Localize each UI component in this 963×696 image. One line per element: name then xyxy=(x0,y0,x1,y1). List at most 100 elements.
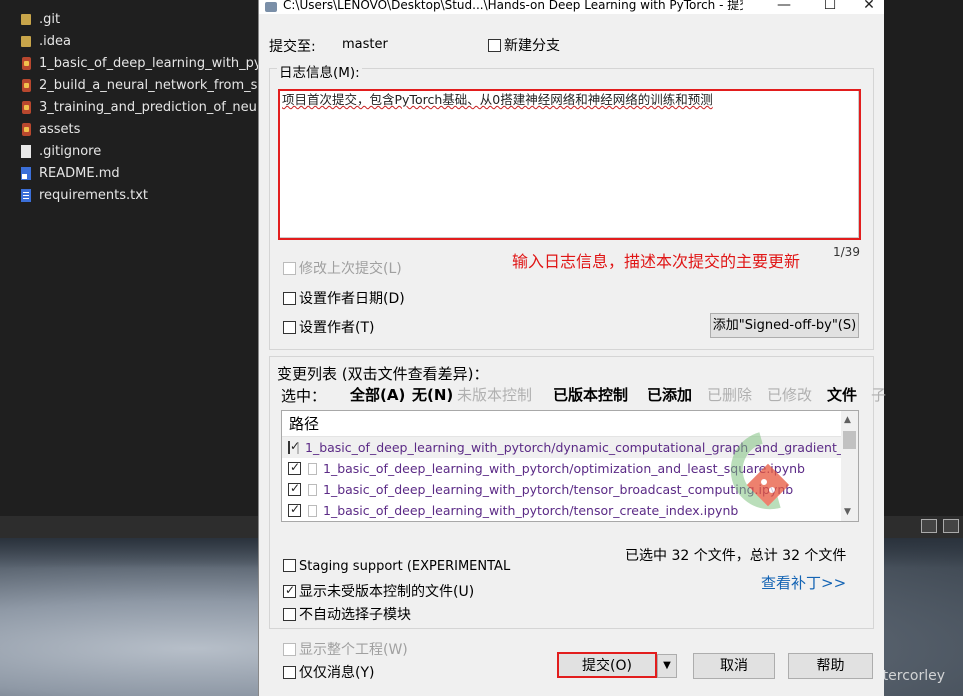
filter-submodules[interactable]: 子 xyxy=(871,384,886,405)
file-explorer: .git .idea 1_basic_of_deep_learning_with… xyxy=(0,0,258,516)
dialog-title: C:\Users\LENOVO\Desktop\Stud...\Hands-on… xyxy=(283,0,743,12)
git-folder-icon xyxy=(22,122,31,136)
explorer-item-label: .idea xyxy=(39,33,71,49)
explorer-item-label: requirements.txt xyxy=(39,187,149,203)
file-icon xyxy=(308,483,317,496)
commit-dialog: C:\Users\LENOVO\Desktop\Stud...\Hands-on… xyxy=(258,0,886,696)
select-label: 选中： xyxy=(281,387,327,405)
checkbox-icon xyxy=(283,559,296,572)
checkbox-icon xyxy=(283,321,296,334)
explorer-item-label: README.md xyxy=(39,165,120,181)
git-folder-icon xyxy=(22,100,31,114)
file-checkbox[interactable] xyxy=(288,481,301,496)
file-icon xyxy=(21,144,31,158)
set-author-checkbox[interactable]: 设置作者(T) xyxy=(283,317,374,337)
annotation-text: 输入日志信息，描述本次提交的主要更新 xyxy=(512,252,801,271)
show-unversioned-label: 显示未受版本控制的文件(U) xyxy=(299,584,475,600)
checkbox-icon xyxy=(283,262,296,275)
scroll-down-icon[interactable]: ▼ xyxy=(844,507,851,517)
checkbox-icon xyxy=(283,643,296,656)
help-button[interactable]: 帮助 xyxy=(788,653,873,679)
text-file-icon xyxy=(21,188,31,202)
explorer-item-label: .gitignore xyxy=(39,143,102,159)
preview-icon[interactable] xyxy=(943,519,959,533)
view-patch-link[interactable]: 查看补丁>> xyxy=(761,572,846,593)
maximize-button[interactable]: ☐ xyxy=(807,0,853,13)
branch-name: master xyxy=(342,37,388,52)
filter-none[interactable]: 无(N) xyxy=(412,384,453,405)
commit-message-text: 项目首次提交，包含PyTorch基础、从0搭建神经网络和神经网络的训练和预测 xyxy=(282,92,713,107)
explorer-item[interactable]: .idea xyxy=(0,30,258,52)
checkbox-icon xyxy=(283,583,296,598)
staging-label: Staging support (EXPERIMENTAL xyxy=(299,559,511,574)
dialog-titlebar[interactable]: C:\Users\LENOVO\Desktop\Stud...\Hands-on… xyxy=(259,0,884,14)
file-checkbox[interactable] xyxy=(288,439,300,454)
staging-support-checkbox[interactable]: Staging support (EXPERIMENTAL xyxy=(283,559,510,574)
filter-all[interactable]: 全部(A) xyxy=(350,384,405,405)
tortoisegit-icon xyxy=(265,2,277,12)
filter-modified[interactable]: 已修改 xyxy=(767,384,812,405)
markdown-file-icon xyxy=(21,166,31,180)
scroll-up-icon[interactable]: ▲ xyxy=(844,415,851,425)
selected-summary: 已选中 32 个文件，总计 32 个文件 xyxy=(625,548,847,564)
git-folder-icon xyxy=(22,78,31,92)
close-button[interactable]: ✕ xyxy=(853,0,885,13)
explorer-item-label: 2_build_a_neural_network_from_scratch xyxy=(39,77,258,93)
checkbox-icon xyxy=(283,608,296,621)
amend-label: 修改上次提交(L) xyxy=(299,261,402,277)
commit-to-label: 提交至: xyxy=(269,39,316,55)
explorer-item[interactable]: README.md xyxy=(0,162,258,184)
explorer-item[interactable]: .gitignore xyxy=(0,140,258,162)
explorer-item-label: assets xyxy=(39,121,81,137)
changes-label: 变更列表 (双击文件查看差异)： xyxy=(277,365,489,383)
message-only-label: 仅仅消息(Y) xyxy=(299,665,375,681)
explorer-item[interactable]: 1_basic_of_deep_learning_with_pytorch xyxy=(0,52,258,74)
new-branch-checkbox[interactable]: 新建分支 xyxy=(488,35,560,55)
show-unversioned-checkbox[interactable]: 显示未受版本控制的文件(U) xyxy=(283,581,474,601)
no-auto-submodule-label: 不自动选择子模块 xyxy=(299,607,411,623)
explorer-item-label: 3_training_and_prediction_of_neural xyxy=(39,99,258,115)
cancel-button[interactable]: 取消 xyxy=(693,653,775,679)
file-checkbox[interactable] xyxy=(288,502,301,517)
explorer-item[interactable]: 2_build_a_neural_network_from_scratch xyxy=(0,74,258,96)
char-count: 1/39 xyxy=(833,245,860,259)
folder-icon xyxy=(21,13,31,25)
amend-checkbox: 修改上次提交(L) xyxy=(283,258,402,278)
set-date-checkbox[interactable]: 设置作者日期(D) xyxy=(283,288,405,308)
git-logo-watermark-icon xyxy=(730,432,790,510)
explorer-item[interactable]: assets xyxy=(0,118,258,140)
filter-deleted[interactable]: 已删除 xyxy=(707,384,752,405)
commit-button[interactable]: 提交(O) xyxy=(557,652,657,678)
file-icon xyxy=(308,504,317,517)
scroll-thumb[interactable] xyxy=(843,431,856,449)
layout-icon[interactable] xyxy=(921,519,937,533)
file-checkbox[interactable] xyxy=(288,460,301,475)
minimize-button[interactable]: — xyxy=(761,0,807,13)
checkbox-icon xyxy=(283,666,296,679)
file-path: 1_basic_of_deep_learning_with_pytorch/te… xyxy=(323,503,739,518)
signoff-button[interactable]: 添加"Signed-off-by"(S) xyxy=(710,313,859,338)
message-only-checkbox[interactable]: 仅仅消息(Y) xyxy=(283,662,374,682)
chevron-down-icon: ▼ xyxy=(663,660,671,671)
message-group-label: 日志信息(M): xyxy=(277,61,362,81)
set-author-label: 设置作者(T) xyxy=(299,320,375,336)
explorer-item[interactable]: 3_training_and_prediction_of_neural xyxy=(0,96,258,118)
show-whole-project-label: 显示整个工程(W) xyxy=(299,642,408,658)
no-auto-submodule-checkbox[interactable]: 不自动选择子模块 xyxy=(283,604,411,624)
message-highlight-frame xyxy=(278,89,861,240)
checkbox-icon xyxy=(283,292,296,305)
file-list-scrollbar[interactable]: ▲ ▼ xyxy=(841,411,858,521)
status-bar-icons xyxy=(921,519,959,533)
filter-files[interactable]: 文件 xyxy=(827,384,857,405)
set-date-label: 设置作者日期(D) xyxy=(299,291,405,307)
filter-versioned[interactable]: 已版本控制 xyxy=(553,384,628,405)
filter-added[interactable]: 已添加 xyxy=(647,384,692,405)
filter-unversioned[interactable]: 未版本控制 xyxy=(457,384,532,405)
new-branch-label: 新建分支 xyxy=(504,38,560,54)
commit-dropdown-button[interactable]: ▼ xyxy=(657,654,677,678)
explorer-item[interactable]: requirements.txt xyxy=(0,184,258,206)
checkbox-icon xyxy=(488,39,501,52)
explorer-item-label: .git xyxy=(39,11,61,27)
explorer-item-label: 1_basic_of_deep_learning_with_pytorch xyxy=(39,55,258,71)
explorer-item[interactable]: .git xyxy=(0,8,258,30)
